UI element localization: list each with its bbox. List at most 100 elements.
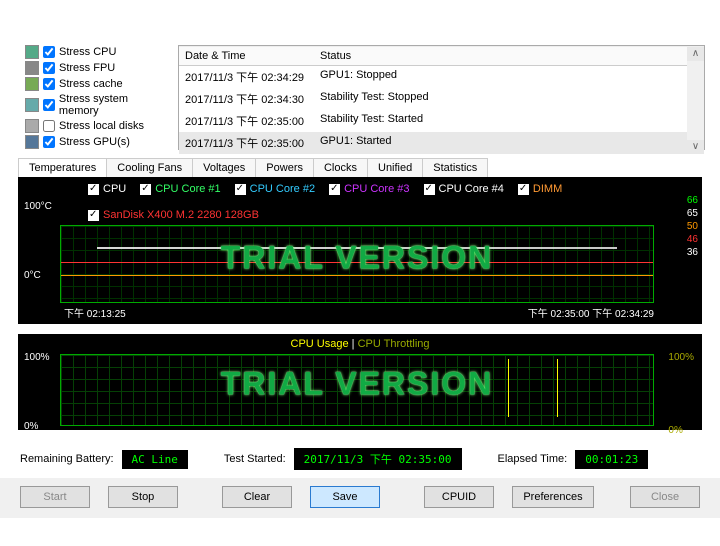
legend-item[interactable]: SanDisk X400 M.2 2280 128GB xyxy=(88,209,259,221)
cpu-usage-spike xyxy=(508,359,558,417)
temp-y-top: 100°C xyxy=(24,201,52,212)
stress-disks-label: Stress local disks xyxy=(59,120,144,132)
test-started-value: 2017/11/3 下午 02:35:00 xyxy=(294,448,462,470)
stress-cache-row[interactable]: Stress cache xyxy=(25,77,170,91)
fpu-icon xyxy=(25,61,39,75)
scroll-up-icon[interactable]: ∧ xyxy=(687,47,704,61)
temperature-legend: CPU CPU Core #1 CPU Core #2 CPU Core #3 CPU … xyxy=(28,183,692,221)
stop-button[interactable]: Stop xyxy=(108,486,178,508)
temperature-chart: CPU CPU Core #1 CPU Core #2 CPU Core #3 CPU … xyxy=(18,177,702,324)
cpu-usage-chart: CPU Usage | CPU Throttling 100% 0% TRIAL… xyxy=(18,334,702,430)
legend-item[interactable]: CPU Core #2 xyxy=(235,183,315,195)
cpu-y-bot: 0% xyxy=(24,421,50,432)
tab-unified[interactable]: Unified xyxy=(367,158,423,177)
temp-current-value: 50 xyxy=(687,221,698,232)
cpu-y-top: 100% xyxy=(24,352,50,363)
stress-memory-label: Stress system memory xyxy=(59,93,170,117)
stress-gpu-checkbox[interactable] xyxy=(43,136,55,148)
cpu-chart-body[interactable]: TRIAL VERSION xyxy=(60,354,654,426)
stress-cpu-checkbox[interactable] xyxy=(43,46,55,58)
cpu-throttling-label: CPU Throttling xyxy=(358,338,430,350)
log-row[interactable]: 2017/11/3 下午 02:34:30Stability Test: Sto… xyxy=(179,88,687,110)
log-header[interactable]: Date & Time Status xyxy=(179,47,687,66)
stress-memory-checkbox[interactable] xyxy=(43,99,55,111)
remaining-battery-value: AC Line xyxy=(122,450,188,469)
temp-right-values: 6665504636 xyxy=(687,195,698,279)
log-row[interactable]: 2017/11/3 下午 02:34:29GPU1: Stopped xyxy=(179,66,687,88)
temp-chart-body[interactable]: TRIAL VERSION xyxy=(60,225,654,303)
log-cell-dt: 2017/11/3 下午 02:34:29 xyxy=(179,66,314,88)
cpu-y-axis-right: 100% 0% xyxy=(668,352,694,436)
legend-sep: | xyxy=(352,338,355,350)
temp-x-left: 下午 02:13:25 xyxy=(64,305,126,320)
log-col-datetime[interactable]: Date & Time xyxy=(179,47,314,65)
tab-statistics[interactable]: Statistics xyxy=(422,158,488,177)
cpu-y-axis-left: 100% 0% xyxy=(24,352,50,432)
log-row[interactable]: 2017/11/3 下午 02:35:00GPU1: Started xyxy=(179,132,687,154)
scrollbar[interactable]: ∧ ∨ xyxy=(687,47,704,154)
legend-checkbox[interactable] xyxy=(235,184,246,195)
log-table: Date & Time Status 2017/11/3 下午 02:34:29… xyxy=(178,45,705,150)
preferences-button[interactable]: Preferences xyxy=(512,486,594,508)
temp-x-right1: 下午 02:35:00 xyxy=(528,309,590,320)
stress-memory-row[interactable]: Stress system memory xyxy=(25,93,170,117)
tab-cooling-fans[interactable]: Cooling Fans xyxy=(106,158,193,177)
tab-temperatures[interactable]: Temperatures xyxy=(18,158,107,177)
log-cell-status: GPU1: Stopped xyxy=(314,66,687,88)
stress-gpu-label: Stress GPU(s) xyxy=(59,136,130,148)
cpuid-button[interactable]: CPUID xyxy=(424,486,494,508)
chart-area: CPU CPU Core #1 CPU Core #2 CPU Core #3 CPU … xyxy=(18,177,702,430)
legend-checkbox[interactable] xyxy=(88,184,99,195)
legend-item[interactable]: CPU Core #3 xyxy=(329,183,409,195)
cpu-r-bot: 0% xyxy=(668,425,694,436)
log-cell-status: Stability Test: Stopped xyxy=(314,88,687,110)
tab-clocks[interactable]: Clocks xyxy=(313,158,368,177)
stress-cache-checkbox[interactable] xyxy=(43,78,55,90)
legend-label: DIMM xyxy=(533,183,562,195)
scroll-down-icon[interactable]: ∨ xyxy=(687,140,704,154)
memory-icon xyxy=(25,98,39,112)
stress-disks-row[interactable]: Stress local disks xyxy=(25,119,170,133)
status-bar: Remaining Battery: AC Line Test Started:… xyxy=(0,440,720,478)
legend-item[interactable]: CPU xyxy=(88,183,126,195)
legend-item[interactable]: CPU Core #1 xyxy=(140,183,220,195)
temp-x-axis: 下午 02:13:25 下午 02:35:00 下午 02:34:29 xyxy=(64,305,654,320)
test-started-label: Test Started: xyxy=(224,453,286,465)
stress-gpu-row[interactable]: Stress GPU(s) xyxy=(25,135,170,149)
legend-label: CPU Core #2 xyxy=(250,183,315,195)
legend-checkbox[interactable] xyxy=(88,210,99,221)
legend-item[interactable]: DIMM xyxy=(518,183,562,195)
legend-checkbox[interactable] xyxy=(329,184,340,195)
log-row[interactable]: 2017/11/3 下午 02:35:00Stability Test: Sta… xyxy=(179,110,687,132)
close-button[interactable]: Close xyxy=(630,486,700,508)
save-button[interactable]: Save xyxy=(310,486,380,508)
log-cell-dt: 2017/11/3 下午 02:35:00 xyxy=(179,132,314,154)
button-bar: Start Stop Clear Save CPUID Preferences … xyxy=(0,478,720,518)
elapsed-time-label: Elapsed Time: xyxy=(498,453,568,465)
legend-label: CPU Core #4 xyxy=(439,183,504,195)
legend-checkbox[interactable] xyxy=(140,184,151,195)
legend-label: SanDisk X400 M.2 2280 128GB xyxy=(103,209,259,221)
temp-current-value: 46 xyxy=(687,234,698,245)
start-button[interactable]: Start xyxy=(20,486,90,508)
temp-current-value: 66 xyxy=(687,195,698,206)
stress-fpu-checkbox[interactable] xyxy=(43,62,55,74)
cpu-icon xyxy=(25,45,39,59)
stress-cache-label: Stress cache xyxy=(59,78,123,90)
log-col-status[interactable]: Status xyxy=(314,47,687,65)
stress-cpu-label: Stress CPU xyxy=(59,46,116,58)
legend-item[interactable]: CPU Core #4 xyxy=(424,183,504,195)
stress-disks-checkbox[interactable] xyxy=(43,120,55,132)
tab-voltages[interactable]: Voltages xyxy=(192,158,256,177)
legend-checkbox[interactable] xyxy=(424,184,435,195)
log-body[interactable]: 2017/11/3 下午 02:34:29GPU1: Stopped2017/1… xyxy=(179,66,687,154)
stress-fpu-row[interactable]: Stress FPU xyxy=(25,61,170,75)
clear-button[interactable]: Clear xyxy=(222,486,292,508)
stress-options: Stress CPU Stress FPU Stress cache Stres… xyxy=(25,45,170,150)
temp-y-axis: 100°C 0°C xyxy=(24,201,52,281)
log-cell-dt: 2017/11/3 下午 02:34:30 xyxy=(179,88,314,110)
stress-cpu-row[interactable]: Stress CPU xyxy=(25,45,170,59)
legend-checkbox[interactable] xyxy=(518,184,529,195)
temp-current-value: 36 xyxy=(687,247,698,258)
tab-powers[interactable]: Powers xyxy=(255,158,314,177)
